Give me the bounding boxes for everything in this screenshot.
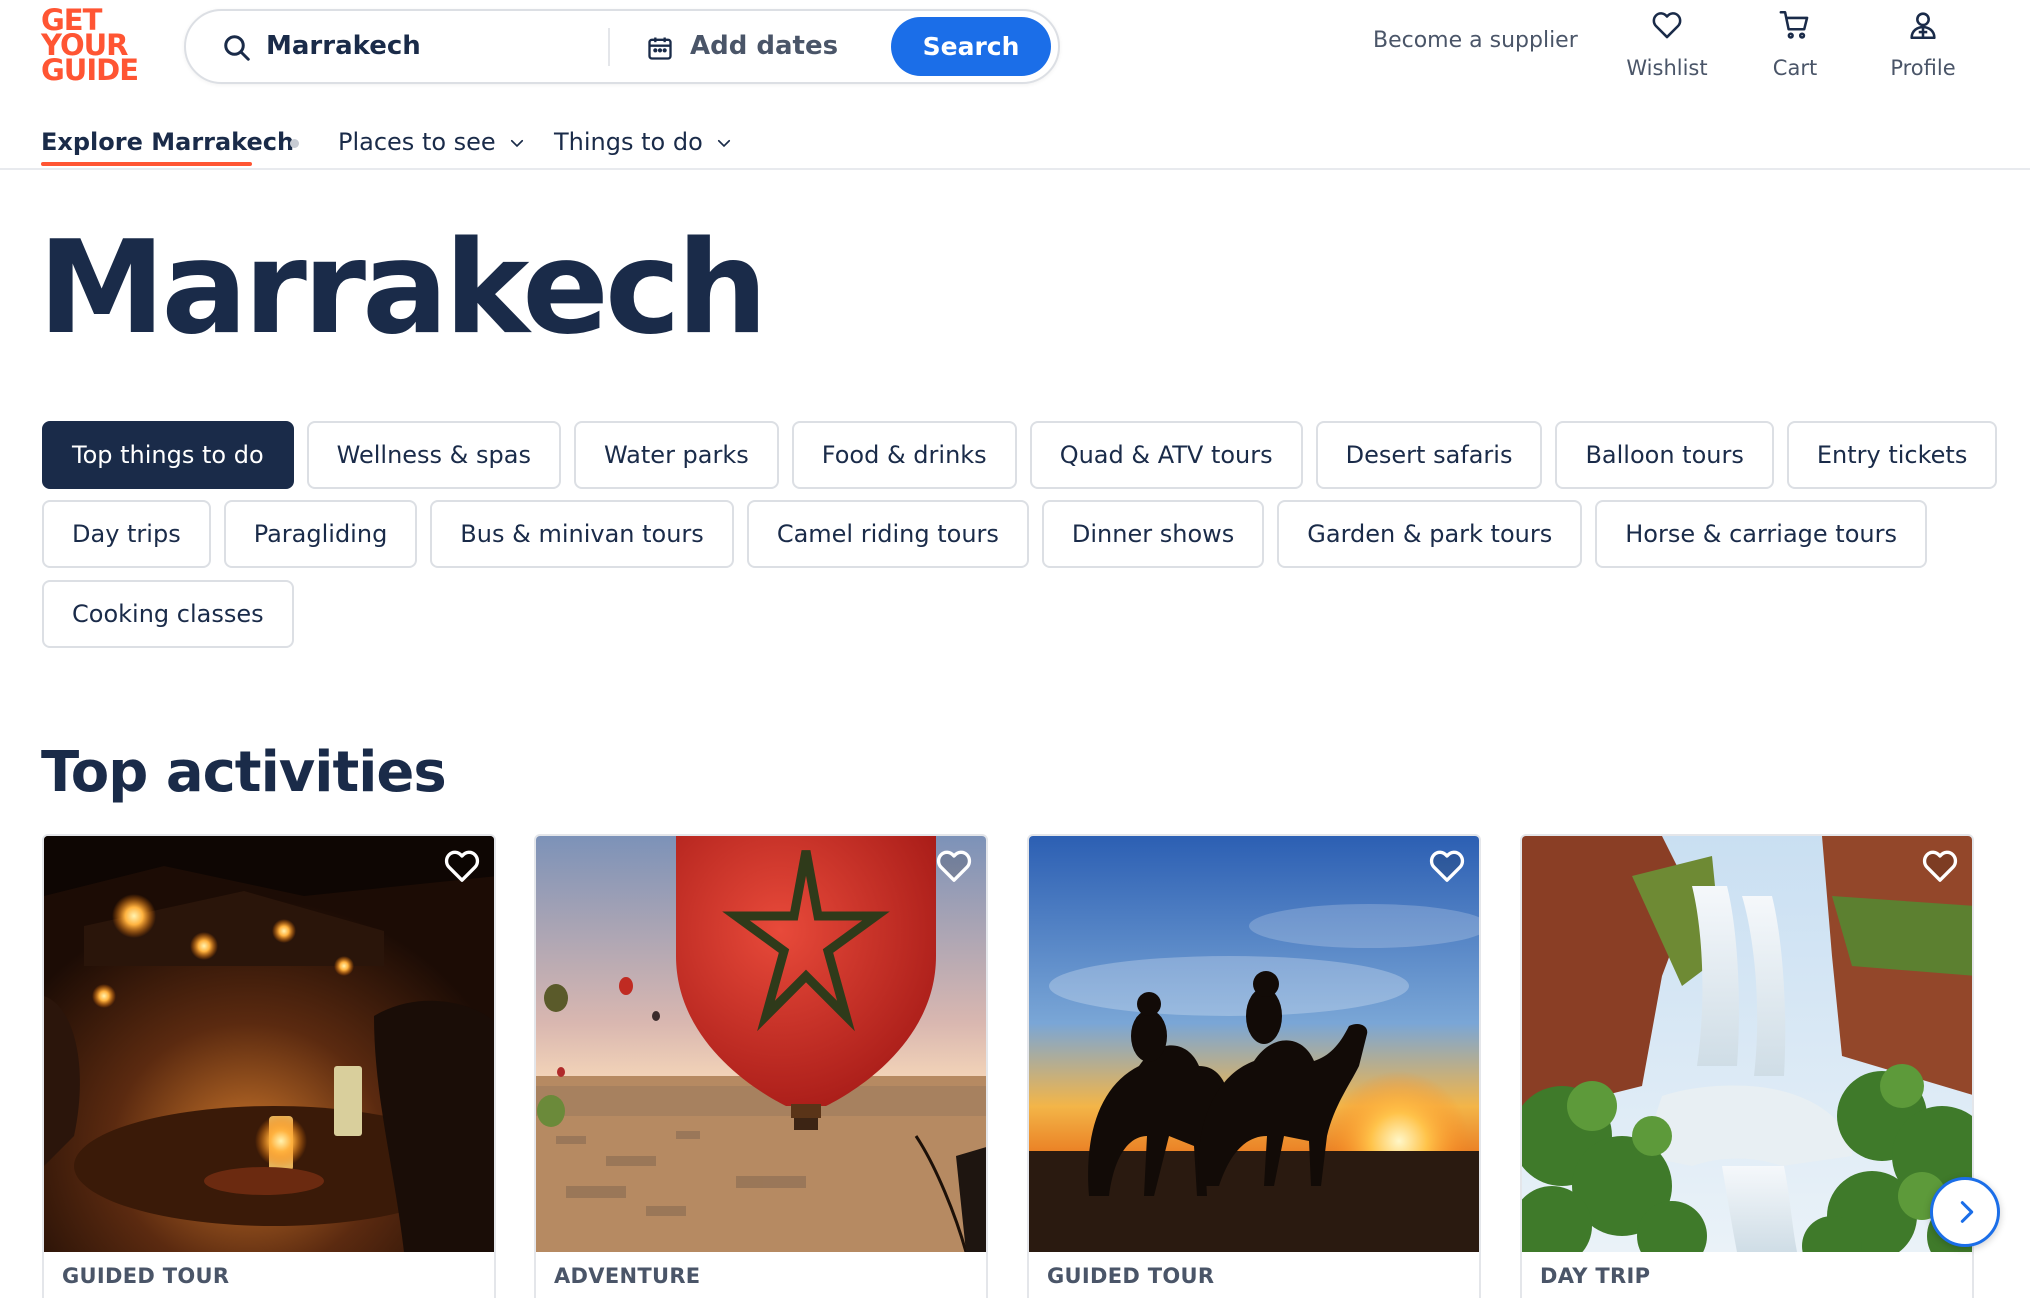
heart-icon: [1652, 12, 1682, 39]
chip-top-things[interactable]: Top things to do: [42, 421, 294, 489]
card-category: GUIDED TOUR: [1047, 1264, 1215, 1288]
chip-row-3: Cooking classes: [42, 580, 307, 648]
page-title: Marrakech: [38, 214, 768, 363]
chevron-down-icon: [510, 139, 523, 148]
desert-camp-dinner-photo: [44, 836, 494, 1252]
chip-bus-minivan[interactable]: Bus & minivan tours: [430, 500, 734, 568]
profile-label: Profile: [1890, 56, 1956, 80]
chip-row-2: Day trips Paragliding Bus & minivan tour…: [42, 500, 1940, 568]
chip-row-1: Top things to do Wellness & spas Water p…: [42, 421, 2010, 489]
cart-button[interactable]: Cart: [1740, 8, 1850, 84]
separator-dot: [290, 139, 299, 148]
activity-card[interactable]: GUIDED TOUR: [1027, 834, 1481, 1298]
heart-icon[interactable]: [442, 846, 482, 886]
card-category: DAY TRIP: [1540, 1264, 1651, 1288]
activity-card[interactable]: GUIDED TOUR: [42, 834, 496, 1298]
chip-food-drinks[interactable]: Food & drinks: [791, 421, 1017, 489]
destination-subnav: Explore Marrakech Places to see Things t…: [0, 116, 2030, 170]
wishlist-button[interactable]: Wishlist: [1612, 8, 1722, 84]
chip-horse-carriage[interactable]: Horse & carriage tours: [1595, 500, 1927, 568]
search-icon: [224, 35, 250, 61]
getyourguide-logo[interactable]: GET YOUR GUIDE: [41, 6, 139, 87]
chip-dinner-shows[interactable]: Dinner shows: [1041, 500, 1265, 568]
search-divider: [608, 28, 610, 66]
card-category: ADVENTURE: [554, 1264, 701, 1288]
chevron-down-icon: [717, 139, 730, 148]
activity-card[interactable]: ADVENTURE: [534, 834, 988, 1298]
card-category: GUIDED TOUR: [62, 1264, 230, 1288]
cart-icon: [1779, 10, 1809, 39]
chip-day-trips[interactable]: Day trips: [42, 500, 211, 568]
chip-quad-atv[interactable]: Quad & ATV tours: [1029, 421, 1303, 489]
heart-icon[interactable]: [1920, 846, 1960, 886]
become-supplier-link[interactable]: Become a supplier: [1373, 28, 1578, 53]
activity-carousel: GUIDED TOUR ADVENTURE GUIDED TOUR DAY TR…: [42, 834, 1992, 1298]
chip-water-parks[interactable]: Water parks: [573, 421, 779, 489]
profile-button[interactable]: Profile: [1868, 8, 1978, 84]
section-title: Top activities: [41, 740, 447, 805]
chip-cooking-classes[interactable]: Cooking classes: [42, 580, 294, 648]
carousel-next-button[interactable]: [1930, 1177, 2000, 1247]
search-bar: Marrakech Add dates Search: [184, 9, 1060, 84]
places-label: Places to see: [338, 128, 496, 156]
calendar-icon: [648, 37, 672, 60]
hot-air-balloon-photo: [536, 836, 986, 1252]
tab-places-to-see[interactable]: Places to see: [338, 128, 526, 156]
top-header: GET YOUR GUIDE Marrakech Add dates Searc…: [0, 0, 2030, 92]
waterfall-photo: [1522, 836, 1972, 1252]
dates-input[interactable]: Add dates: [690, 31, 838, 61]
tab-things-to-do[interactable]: Things to do: [554, 128, 733, 156]
chip-paragliding[interactable]: Paragliding: [223, 500, 418, 568]
activity-card[interactable]: DAY TRIP: [1520, 834, 1974, 1298]
search-button[interactable]: Search: [891, 17, 1051, 76]
profile-icon: [1910, 12, 1936, 40]
location-input[interactable]: Marrakech: [266, 31, 421, 61]
heart-icon[interactable]: [934, 846, 974, 886]
cart-label: Cart: [1772, 56, 1818, 80]
chip-camel-riding[interactable]: Camel riding tours: [746, 500, 1029, 568]
chip-desert-safaris[interactable]: Desert safaris: [1315, 421, 1543, 489]
camel-ride-sunset-photo: [1029, 836, 1479, 1252]
tab-explore[interactable]: Explore Marrakech: [41, 128, 294, 156]
logo-line-3: GUIDE: [41, 53, 139, 87]
chip-wellness[interactable]: Wellness & spas: [306, 421, 561, 489]
heart-icon[interactable]: [1427, 846, 1467, 886]
chip-garden-park[interactable]: Garden & park tours: [1277, 500, 1583, 568]
chip-balloon-tours[interactable]: Balloon tours: [1555, 421, 1774, 489]
chevron-right-icon: [1960, 1201, 1974, 1223]
things-label: Things to do: [554, 128, 703, 156]
wishlist-label: Wishlist: [1626, 56, 1708, 80]
chip-entry-tickets[interactable]: Entry tickets: [1786, 421, 1998, 489]
active-tab-indicator: [41, 162, 252, 166]
